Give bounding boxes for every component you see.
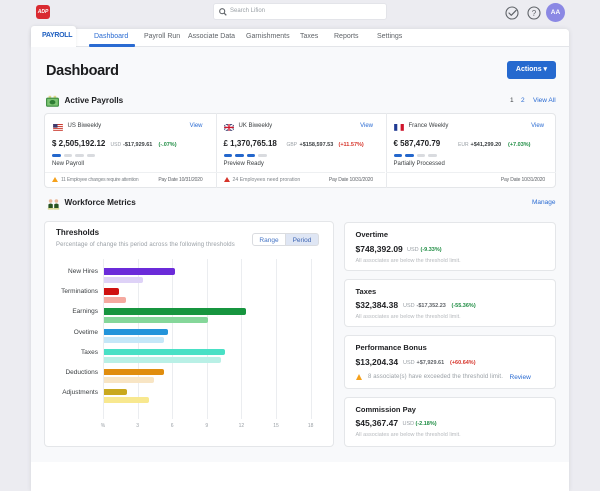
svg-text:?: ? [532, 9, 537, 18]
